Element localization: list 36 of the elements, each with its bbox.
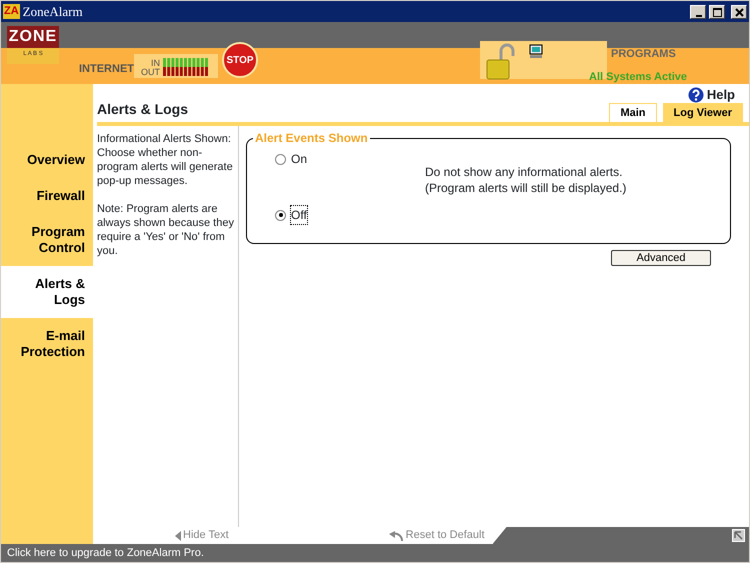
help-icon[interactable] [688, 86, 704, 102]
advanced-button[interactable]: Advanced [611, 250, 711, 266]
group-legend: Alert Events Shown [253, 132, 370, 144]
back-arrow-icon [175, 530, 181, 540]
close-icon[interactable] [731, 4, 747, 18]
traffic-meter: IN OUT [134, 54, 218, 78]
computer-icon[interactable] [529, 44, 543, 58]
radio-button[interactable] [275, 210, 286, 220]
sidebar-item[interactable]: Alerts & Logs [1, 266, 93, 318]
sidebar-item[interactable]: Program Control [1, 214, 93, 266]
sidebar-item[interactable]: Firewall [1, 178, 93, 214]
sidebar-item[interactable]: E-mail Protection [1, 318, 93, 370]
resize-icon[interactable] [732, 529, 745, 542]
programs-label: PROGRAMS [611, 47, 676, 62]
explanation-text: (Program alerts will still be displayed.) [425, 180, 626, 196]
window-title: ZoneAlarm [22, 2, 84, 21]
tab[interactable]: Log Viewer [662, 102, 743, 122]
explanation-text: Do not show any informational alerts. [425, 164, 624, 180]
upgrade-link[interactable]: Click here to upgrade to ZoneAlarm Pro. [1, 544, 749, 562]
page-title: Alerts & Logs [97, 100, 190, 119]
tab[interactable]: Main [609, 102, 657, 122]
minimize-icon[interactable] [690, 4, 706, 18]
internet-label: INTERNET [79, 62, 134, 77]
description-text: Informational Alerts Shown: Choose whether non-program alerts will generate pop-up messages. [97, 132, 234, 188]
undo-icon [388, 530, 403, 540]
radio-button[interactable] [275, 154, 286, 164]
sidebar-item[interactable]: Overview [1, 142, 93, 178]
description-text: Note: Program alerts are always shown because they require a 'Yes' or 'No' from you. [97, 202, 234, 258]
reset-button[interactable]: Reset to Default [388, 527, 485, 544]
hide-text-button[interactable]: Hide Text [175, 527, 229, 544]
app-icon: ZA [3, 4, 20, 19]
help-link[interactable]: Help [706, 84, 735, 104]
maximize-icon[interactable] [709, 4, 725, 18]
status-text: All Systems Active [589, 70, 688, 85]
radio-option[interactable]: Off [275, 206, 425, 224]
radio-option[interactable]: On [275, 150, 425, 168]
